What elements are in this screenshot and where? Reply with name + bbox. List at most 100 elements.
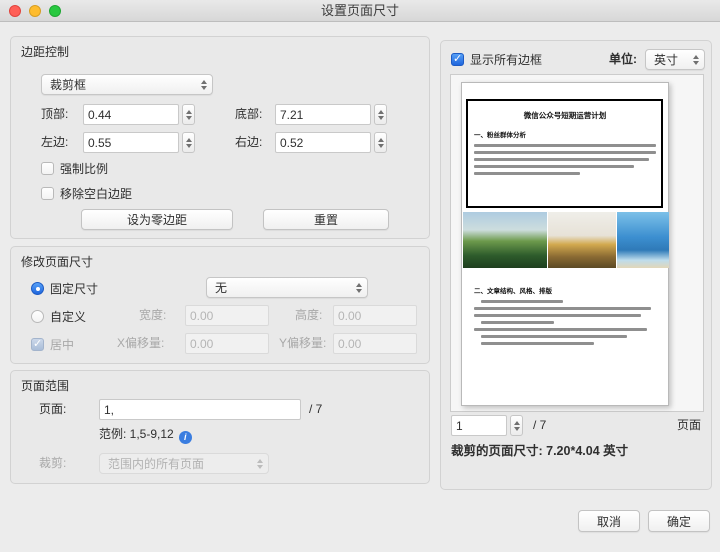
text-line	[474, 328, 647, 331]
right-margin-field	[275, 132, 387, 153]
custom-size-label: 自定义	[50, 308, 86, 325]
box-type-value: 裁剪框	[50, 76, 86, 93]
right-margin-input[interactable]	[275, 132, 371, 153]
right-margin-stepper[interactable]	[374, 132, 387, 153]
cropped-page-size-label: 裁剪的页面尺寸: 7.20*4.04 英寸	[451, 441, 628, 462]
constrain-ratio-checkbox[interactable]: 强制比例	[41, 160, 108, 176]
reset-button[interactable]: 重置	[263, 209, 389, 230]
top-margin-input[interactable]	[83, 104, 179, 125]
text-line	[474, 307, 651, 310]
fixed-size-radio[interactable]: 固定尺寸	[31, 280, 98, 296]
zoom-window-button[interactable]	[49, 5, 61, 17]
pages-label: 页面:	[39, 399, 66, 420]
set-zero-margin-button[interactable]: 设为零边距	[81, 209, 233, 230]
minimize-window-button[interactable]	[29, 5, 41, 17]
top-margin-stepper[interactable]	[182, 104, 195, 125]
info-icon[interactable]	[179, 431, 192, 444]
crop-scope-select: 范围内的所有页面	[99, 453, 269, 474]
x-offset-input	[185, 333, 269, 354]
example-text: 范例: 1,5-9,12	[99, 427, 174, 441]
fixed-size-select[interactable]: 无	[206, 277, 368, 298]
radio-icon	[31, 310, 44, 323]
document-page-thumbnail: 微信公众号短期运营计划 一、粉丝群体分析 二、文章结构、风格、排版	[461, 82, 669, 406]
checkbox-icon	[41, 187, 54, 200]
bottom-margin-input[interactable]	[275, 104, 371, 125]
margin-group-title: 边距控制	[21, 43, 69, 60]
checkbox-icon	[31, 338, 44, 351]
preview-page-label: 页面	[677, 415, 701, 436]
beach-photo	[617, 212, 669, 268]
pages-example-label: 范例: 1,5-9,12	[99, 424, 192, 445]
top-margin-label: 顶部:	[41, 104, 68, 125]
fixed-size-value: 无	[215, 279, 227, 296]
unit-value: 英寸	[654, 51, 678, 68]
window-title: 设置页面尺寸	[0, 0, 720, 22]
height-field	[333, 305, 417, 326]
center-checkbox: 居中	[31, 336, 74, 352]
text-line	[481, 300, 563, 303]
preview-panel: 显示所有边框 单位: 英寸 微信公众号短期运营计划 一、粉丝群体分析 二、文章结…	[440, 40, 712, 490]
left-margin-field	[83, 132, 195, 153]
y-offset-input	[333, 333, 417, 354]
y-offset-field	[333, 333, 417, 354]
margin-control-group: 边距控制 裁剪框 顶部: 底部: 左边: 右边: 强制比例 移除空白边距 设为零…	[10, 36, 430, 239]
bottom-margin-label: 底部:	[235, 104, 262, 125]
left-margin-stepper[interactable]	[182, 132, 195, 153]
remove-blank-margin-checkbox[interactable]: 移除空白边距	[41, 185, 132, 201]
height-label: 高度:	[295, 305, 322, 326]
custom-size-radio[interactable]: 自定义	[31, 308, 86, 324]
width-field	[185, 305, 269, 326]
text-line	[474, 314, 641, 317]
crop-scope-value: 范围内的所有页面	[108, 455, 204, 472]
crop-scope-label: 裁剪:	[39, 453, 66, 474]
text-line	[481, 321, 554, 324]
resize-group-title: 修改页面尺寸	[21, 253, 93, 270]
popup-arrows-icon	[693, 50, 699, 69]
preview-page-stepper[interactable]	[510, 415, 523, 436]
width-input	[185, 305, 269, 326]
show-all-boxes-checkbox[interactable]: 显示所有边框	[451, 51, 542, 67]
bottom-margin-stepper[interactable]	[374, 104, 387, 125]
unit-label: 单位:	[609, 49, 637, 70]
popup-arrows-icon	[356, 278, 362, 297]
radio-icon	[31, 282, 44, 295]
box-type-select[interactable]: 裁剪框	[41, 74, 213, 95]
cancel-button[interactable]: 取消	[578, 510, 640, 532]
pages-total-label: / 7	[309, 399, 322, 420]
page-preview-area: 微信公众号短期运营计划 一、粉丝群体分析 二、文章结构、风格、排版	[450, 74, 704, 412]
remove-blank-margin-label: 移除空白边距	[60, 185, 132, 202]
ok-button[interactable]: 确定	[648, 510, 710, 532]
top-margin-field	[83, 104, 195, 125]
center-label: 居中	[50, 336, 74, 353]
preview-page-total: / 7	[533, 415, 546, 436]
show-all-boxes-label: 显示所有边框	[470, 51, 542, 68]
unit-select[interactable]: 英寸	[645, 49, 705, 70]
height-input	[333, 305, 417, 326]
popup-arrows-icon	[257, 454, 263, 473]
close-window-button[interactable]	[9, 5, 21, 17]
text-line	[481, 335, 627, 338]
constrain-ratio-label: 强制比例	[60, 160, 108, 177]
palm-trees-photo	[463, 212, 547, 268]
checkbox-icon	[451, 53, 464, 66]
right-margin-label: 右边:	[235, 132, 262, 153]
crop-box-overlay[interactable]	[466, 99, 663, 208]
popup-arrows-icon	[201, 75, 207, 94]
y-offset-label: Y偏移量:	[279, 333, 326, 354]
document-heading-2: 二、文章结构、风格、排版	[474, 285, 552, 295]
window-titlebar: 设置页面尺寸	[0, 0, 720, 22]
width-label: 宽度:	[139, 305, 166, 326]
range-group-title: 页面范围	[21, 377, 69, 394]
preview-page-input[interactable]	[451, 415, 507, 436]
checkbox-icon	[41, 162, 54, 175]
x-offset-label: X偏移量:	[117, 333, 164, 354]
bottom-margin-field	[275, 104, 387, 125]
pages-field	[99, 399, 301, 420]
left-margin-input[interactable]	[83, 132, 179, 153]
fixed-size-label: 固定尺寸	[50, 280, 98, 297]
document-photos-row	[463, 212, 667, 268]
text-line	[481, 342, 594, 345]
pages-input[interactable]	[99, 399, 301, 420]
left-margin-label: 左边:	[41, 132, 68, 153]
resize-page-group: 修改页面尺寸 固定尺寸 无 自定义 宽度: 高度: 居中 X偏移量: Y偏移量:	[10, 246, 430, 364]
